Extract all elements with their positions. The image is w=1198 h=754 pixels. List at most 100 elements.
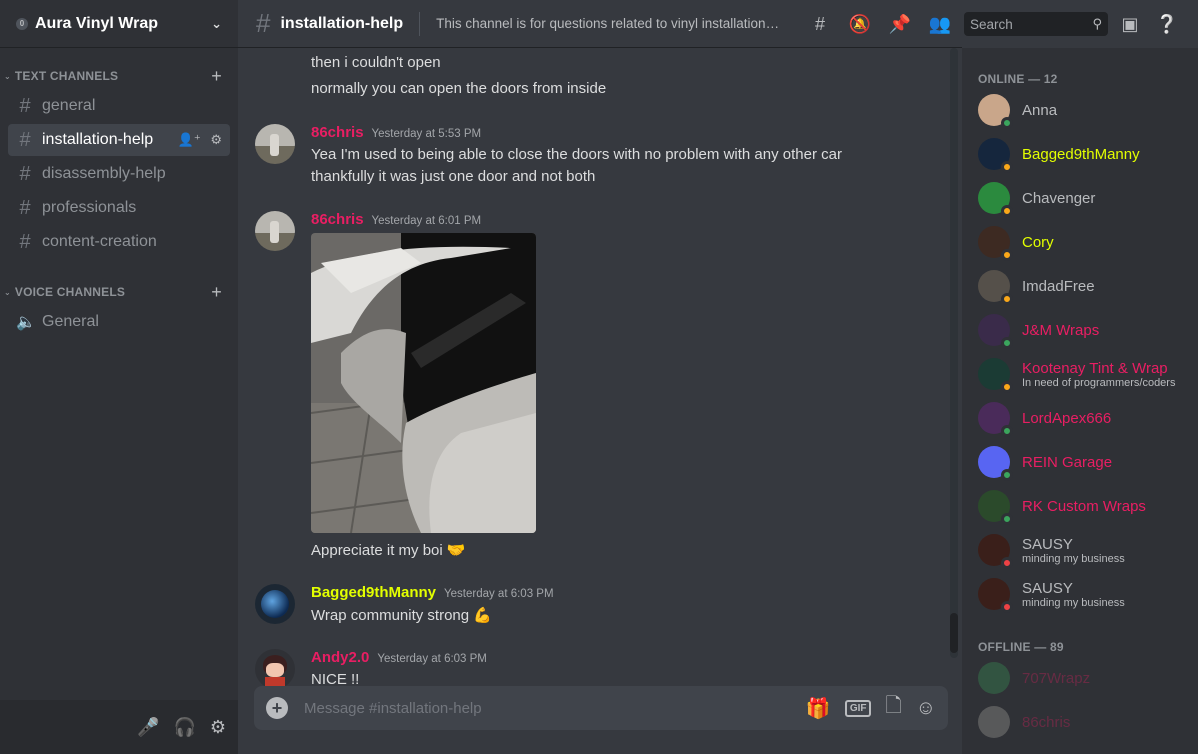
member-name: Anna [1022, 101, 1058, 119]
channel-label: content-creation [42, 233, 157, 250]
message-list[interactable]: then i couldn't open normally you can op… [238, 48, 962, 686]
gif-button[interactable]: GIF [844, 699, 872, 717]
message-text: Yea I'm used to being able to close the … [311, 146, 842, 163]
invite-icon[interactable]: 👤⁺ [178, 132, 201, 147]
server-name: Aura Vinyl Wrap [35, 14, 158, 32]
voice-channel-general[interactable]: 🔈 General [8, 306, 230, 338]
status-idle-icon [1001, 293, 1013, 305]
channel-installation-help[interactable]: # installation-help 👤⁺ ⚙ [8, 124, 230, 156]
emoji-icon[interactable]: ☺ [916, 697, 936, 720]
message-text: then i couldn't open [311, 54, 441, 71]
message-timestamp: Yesterday at 6:03 PM [377, 653, 487, 665]
mute-bell-icon[interactable]: 🔕 [840, 14, 880, 35]
server-boost-badge: 0 [16, 17, 28, 30]
user-controls: 🎤 🎧 ⚙ [0, 700, 238, 754]
message-text: normally you can open the doors from ins… [311, 80, 607, 97]
member-item[interactable]: Bagged9thManny [978, 134, 1188, 174]
status-dnd-icon [1001, 557, 1013, 569]
member-text: Anna [1022, 102, 1057, 119]
search-icon: ⚲ [1092, 16, 1102, 31]
member-item[interactable]: RK Custom Wraps [978, 486, 1188, 526]
channel-content-creation[interactable]: # content-creation [8, 226, 230, 258]
member-item[interactable]: LordApex666 [978, 398, 1188, 438]
help-icon[interactable]: ❔ [1152, 14, 1182, 35]
gear-icon[interactable]: ⚙ [210, 717, 226, 738]
member-name: Chavenger [1022, 189, 1096, 207]
avatar [978, 270, 1013, 305]
car-door-photo[interactable] [311, 233, 536, 533]
member-list-icon[interactable]: 👥 [920, 14, 960, 35]
gear-icon[interactable]: ⚙ [210, 132, 222, 147]
message-author[interactable]: Bagged9thManny Yesterday at 6:03 PM [311, 584, 554, 601]
avatar [978, 226, 1013, 261]
locked-text-channel-icon: # [19, 230, 31, 253]
message-author[interactable]: 86chris Yesterday at 5:53 PM [311, 124, 481, 141]
channel-topic[interactable]: This channel is for questions related to… [436, 16, 781, 31]
threads-icon[interactable]: # [800, 14, 840, 35]
gift-icon[interactable]: 🎁 [806, 696, 831, 721]
avatar[interactable] [255, 649, 295, 686]
channel-general[interactable]: # general [8, 90, 230, 122]
channel-disassembly-help[interactable]: # disassembly-help [8, 158, 230, 190]
chevron-down-icon[interactable]: ⌄ [211, 16, 222, 32]
status-online-icon [1001, 117, 1013, 129]
avatar[interactable] [255, 584, 295, 624]
speaker-icon: 🔈 [16, 314, 36, 331]
sticker-icon[interactable]: 🗋 [885, 691, 901, 725]
scrollbar-track[interactable] [950, 48, 958, 658]
member-item[interactable]: ImdadFree [978, 266, 1188, 306]
member-text: Bagged9thManny [1022, 146, 1140, 163]
server-header[interactable]: 0 Aura Vinyl Wrap ⌄ [0, 0, 238, 48]
message-author[interactable]: 86chris Yesterday at 6:01 PM [311, 211, 481, 228]
channel-professionals[interactable]: # professionals [8, 192, 230, 224]
avatar[interactable] [255, 211, 295, 251]
member-name: LordApex666 [1022, 409, 1112, 427]
member-text: Cory [1022, 234, 1054, 251]
avatar [978, 490, 1013, 525]
channel-sidebar: 0 Aura Vinyl Wrap ⌄ ⌄ TEXT CHANNELS + # … [0, 0, 238, 754]
category-label: TEXT CHANNELS [14, 69, 119, 83]
member-item[interactable]: Kootenay Tint & Wrap In need of programme… [978, 354, 1188, 394]
status-idle-icon [1001, 381, 1013, 393]
message-input[interactable]: Message #installation-help [304, 700, 806, 717]
avatar [978, 182, 1013, 217]
category-text-channels[interactable]: ⌄ TEXT CHANNELS + [0, 66, 238, 86]
message-text: Wrap community strong 💪 [311, 607, 492, 624]
member-item[interactable]: REIN Garage [978, 442, 1188, 482]
member-item[interactable]: Chavenger [978, 178, 1188, 218]
divider [419, 11, 421, 36]
member-item-offline[interactable]: 86chris [978, 702, 1188, 742]
member-item[interactable]: SAUSY minding my business [978, 530, 1188, 570]
status-dnd-icon [1001, 601, 1013, 613]
member-item[interactable]: Anna [978, 90, 1188, 130]
attach-plus-icon[interactable]: + [266, 697, 288, 719]
add-channel-icon[interactable]: + [211, 66, 222, 87]
headphones-icon[interactable]: 🎧 [173, 717, 195, 738]
microphone-icon[interactable]: 🎤 [137, 717, 159, 738]
member-text: REIN Garage [1022, 454, 1112, 471]
avatar [978, 446, 1013, 481]
pin-icon[interactable]: 📌 [880, 14, 920, 35]
text-channel-icon: # [19, 128, 31, 151]
message-text: NICE !! [311, 671, 360, 686]
chat-area: # installation-help This channel is for … [238, 0, 962, 754]
member-name: ImdadFree [1022, 277, 1095, 295]
member-status-text: minding my business [1022, 596, 1125, 609]
member-item-offline[interactable]: 707Wrapz [978, 658, 1188, 698]
member-item[interactable]: Cory [978, 222, 1188, 262]
member-text: Kootenay Tint & Wrap In need of programme… [1022, 360, 1175, 389]
scrollbar-thumb[interactable] [950, 613, 958, 653]
channel-label: General [42, 313, 99, 330]
member-name: SAUSY [1022, 579, 1073, 597]
add-channel-icon[interactable]: + [211, 282, 222, 303]
category-voice-channels[interactable]: ⌄ VOICE CHANNELS + [0, 282, 238, 302]
member-item[interactable]: SAUSY minding my business [978, 574, 1188, 614]
message-timestamp: Yesterday at 6:01 PM [371, 215, 482, 227]
member-text: RK Custom Wraps [1022, 498, 1146, 515]
message-author[interactable]: Andy2.0 Yesterday at 6:03 PM [311, 649, 487, 666]
member-item[interactable]: J&M Wraps [978, 310, 1188, 350]
member-name: J&M Wraps [1022, 321, 1100, 339]
inbox-icon[interactable]: ▣ [1108, 14, 1152, 35]
search-input[interactable]: Search ⚲ [964, 12, 1108, 36]
avatar[interactable] [255, 124, 295, 164]
